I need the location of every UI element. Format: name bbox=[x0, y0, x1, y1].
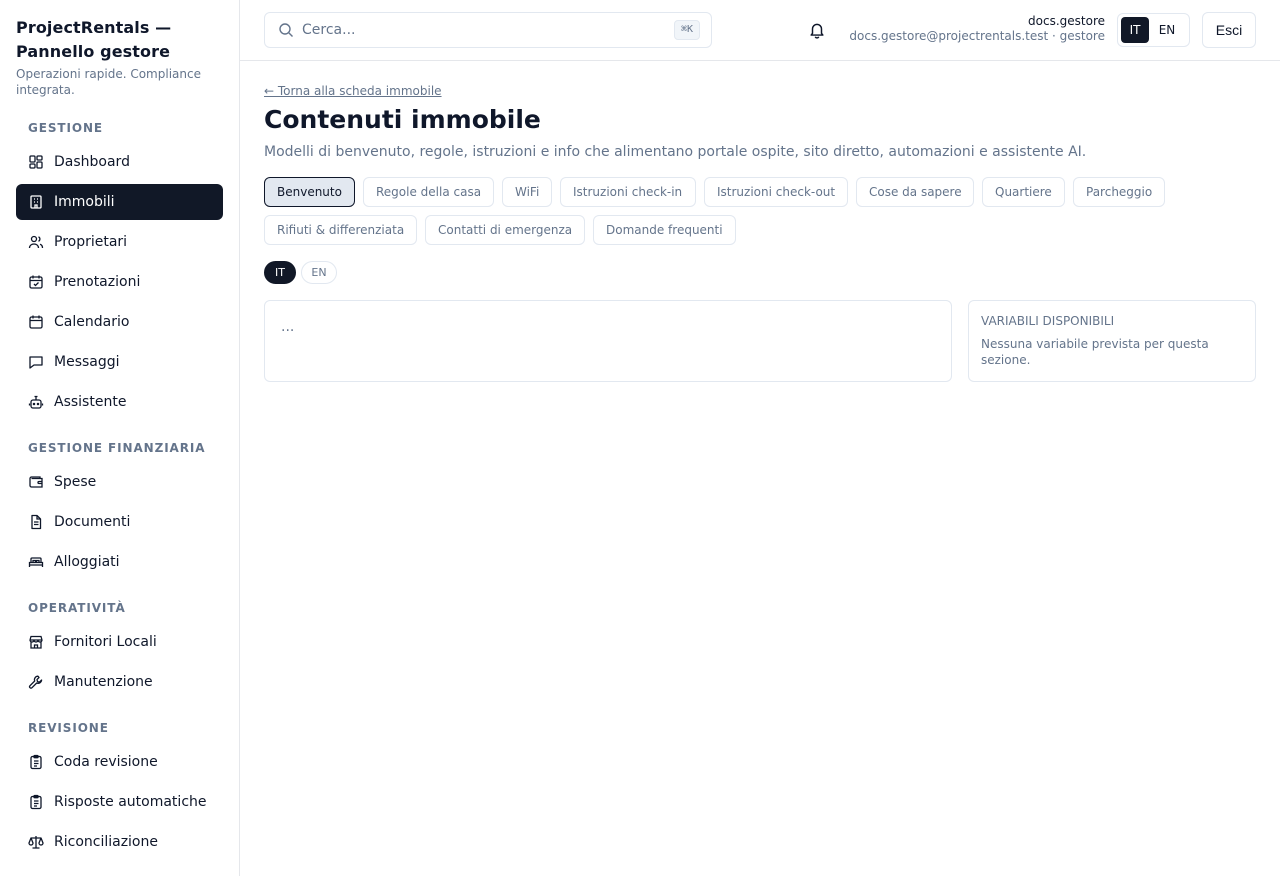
search-input[interactable] bbox=[302, 22, 662, 38]
tab-parcheggio[interactable]: Parcheggio bbox=[1073, 177, 1165, 207]
tab-cose-da-sapere[interactable]: Cose da sapere bbox=[856, 177, 974, 207]
content-language-switch: IT EN bbox=[264, 261, 337, 284]
search-shortcut-badge: ⌘K bbox=[673, 20, 700, 40]
user-name: docs.gestore bbox=[1028, 14, 1105, 28]
sidebar-item-dashboard[interactable]: Dashboard bbox=[16, 144, 223, 180]
clipboard-list-icon bbox=[28, 754, 44, 770]
content-lang-it[interactable]: IT bbox=[264, 261, 296, 284]
sidebar-item-label: Messaggi bbox=[54, 354, 120, 370]
sidebar-item-assistente[interactable]: Assistente bbox=[16, 384, 223, 420]
sidebar-item-calendario[interactable]: Calendario bbox=[16, 304, 223, 340]
wrench-icon bbox=[28, 674, 44, 690]
nav-section-gestione: GESTIONE Dashboard Immobili Proprietari … bbox=[16, 120, 223, 420]
sidebar-item-label: Risposte automatiche bbox=[54, 794, 207, 810]
page-description: Modelli di benvenuto, regole, istruzioni… bbox=[264, 144, 1087, 160]
building-icon bbox=[28, 194, 44, 210]
brand-title: ProjectRentals — Pannello gestore bbox=[16, 18, 172, 61]
dashboard-icon bbox=[28, 154, 44, 170]
bed-icon bbox=[28, 554, 44, 570]
tab-quartiere[interactable]: Quartiere bbox=[982, 177, 1065, 207]
nav-section-revisione: REVISIONE Coda revisione Risposte automa… bbox=[16, 720, 223, 860]
clipboard-check-icon bbox=[28, 794, 44, 810]
user-info: docs.gestore docs.gestore@projectrentals… bbox=[849, 14, 1105, 44]
sidebar-item-documenti[interactable]: Documenti bbox=[16, 504, 223, 540]
content-editor[interactable]: ... bbox=[264, 300, 952, 382]
sidebar-item-manutenzione[interactable]: Manutenzione bbox=[16, 664, 223, 700]
sidebar-item-immobili[interactable]: Immobili bbox=[16, 184, 223, 220]
calendar-icon bbox=[28, 314, 44, 330]
document-icon bbox=[28, 514, 44, 530]
scale-icon bbox=[28, 834, 44, 850]
sidebar-item-coda-revisione[interactable]: Coda revisione bbox=[16, 744, 223, 780]
section-label: GESTIONE bbox=[28, 121, 103, 135]
sidebar-item-label: Dashboard bbox=[54, 154, 130, 170]
tab-istruzioni-check-in[interactable]: Istruzioni check-in bbox=[560, 177, 696, 207]
sidebar-item-fornitori-locali[interactable]: Fornitori Locali bbox=[16, 624, 223, 660]
sidebar-item-proprietari[interactable]: Proprietari bbox=[16, 224, 223, 260]
sidebar-item-label: Calendario bbox=[54, 314, 130, 330]
logout-button[interactable]: Esci bbox=[1202, 12, 1256, 48]
wallet-icon bbox=[28, 474, 44, 490]
brand: ProjectRentals — Pannello gestore Operaz… bbox=[16, 16, 226, 98]
available-variables-panel: VARIABILI DISPONIBILI Nessuna variabile … bbox=[968, 300, 1256, 382]
sidebar-item-label: Manutenzione bbox=[54, 674, 153, 690]
sidebar-item-label: Spese bbox=[54, 474, 97, 490]
message-icon bbox=[28, 354, 44, 370]
tab-wifi[interactable]: WiFi bbox=[502, 177, 552, 207]
lang-it-button[interactable]: IT bbox=[1121, 17, 1149, 43]
sidebar-item-label: Fornitori Locali bbox=[54, 634, 157, 650]
brand-subtitle: Operazioni rapide. Compliance integrata. bbox=[16, 67, 201, 97]
user-detail: docs.gestore@projectrentals.test · gesto… bbox=[849, 29, 1105, 43]
tab-istruzioni-check-out[interactable]: Istruzioni check-out bbox=[704, 177, 848, 207]
tab-regole-della-casa[interactable]: Regole della casa bbox=[363, 177, 494, 207]
store-icon bbox=[28, 634, 44, 650]
language-toggle: IT EN bbox=[1117, 13, 1190, 47]
sidebar-item-label: Proprietari bbox=[54, 234, 128, 250]
bell-icon[interactable] bbox=[808, 21, 826, 39]
sidebar-item-alloggiati[interactable]: Alloggiati bbox=[16, 544, 223, 580]
sidebar: ProjectRentals — Pannello gestore Operaz… bbox=[0, 0, 240, 876]
sidebar-item-label: Immobili bbox=[54, 194, 115, 210]
tab-rifiuti-differenziata[interactable]: Rifiuti & differenziata bbox=[264, 215, 417, 245]
back-link[interactable]: ← Torna alla scheda immobile bbox=[264, 84, 442, 98]
bot-icon bbox=[28, 394, 44, 410]
section-label: OPERATIVITÀ bbox=[28, 601, 126, 615]
lang-en-button[interactable]: EN bbox=[1149, 17, 1185, 43]
variables-title: VARIABILI DISPONIBILI bbox=[981, 314, 1115, 328]
sidebar-item-label: Prenotazioni bbox=[54, 274, 141, 290]
topbar: ⌘K docs.gestore docs.gestore@projectrent… bbox=[240, 0, 1280, 61]
section-label: GESTIONE FINANZIARIA bbox=[28, 441, 206, 455]
calendar-check-icon bbox=[28, 274, 44, 290]
search-box[interactable]: ⌘K bbox=[264, 12, 712, 48]
sidebar-item-label: Documenti bbox=[54, 514, 131, 530]
sidebar-item-prenotazioni[interactable]: Prenotazioni bbox=[16, 264, 223, 300]
variables-empty-text: Nessuna variabile prevista per questa se… bbox=[981, 337, 1209, 367]
content-lang-en[interactable]: EN bbox=[301, 261, 337, 284]
sidebar-item-messaggi[interactable]: Messaggi bbox=[16, 344, 223, 380]
sidebar-item-risposte-automatiche[interactable]: Risposte automatiche bbox=[16, 784, 223, 820]
section-label: REVISIONE bbox=[28, 721, 109, 735]
sidebar-item-label: Alloggiati bbox=[54, 554, 120, 570]
sidebar-item-label: Coda revisione bbox=[54, 754, 158, 770]
sidebar-item-label: Assistente bbox=[54, 394, 127, 410]
sidebar-item-riconciliazione[interactable]: Riconciliazione bbox=[16, 824, 223, 860]
tab-contatti-di-emergenza[interactable]: Contatti di emergenza bbox=[425, 215, 585, 245]
users-icon bbox=[28, 234, 44, 250]
tab-domande-frequenti[interactable]: Domande frequenti bbox=[593, 215, 736, 245]
nav-section-finanziaria: GESTIONE FINANZIARIA Spese Documenti All… bbox=[16, 440, 223, 580]
sidebar-item-label: Riconciliazione bbox=[54, 834, 158, 850]
search-icon bbox=[278, 22, 294, 38]
nav-section-operativita: OPERATIVITÀ Fornitori Locali Manutenzion… bbox=[16, 600, 223, 700]
sidebar-item-spese[interactable]: Spese bbox=[16, 464, 223, 500]
tab-benvenuto[interactable]: Benvenuto bbox=[264, 177, 355, 207]
page-title: Contenuti immobile bbox=[264, 105, 541, 134]
